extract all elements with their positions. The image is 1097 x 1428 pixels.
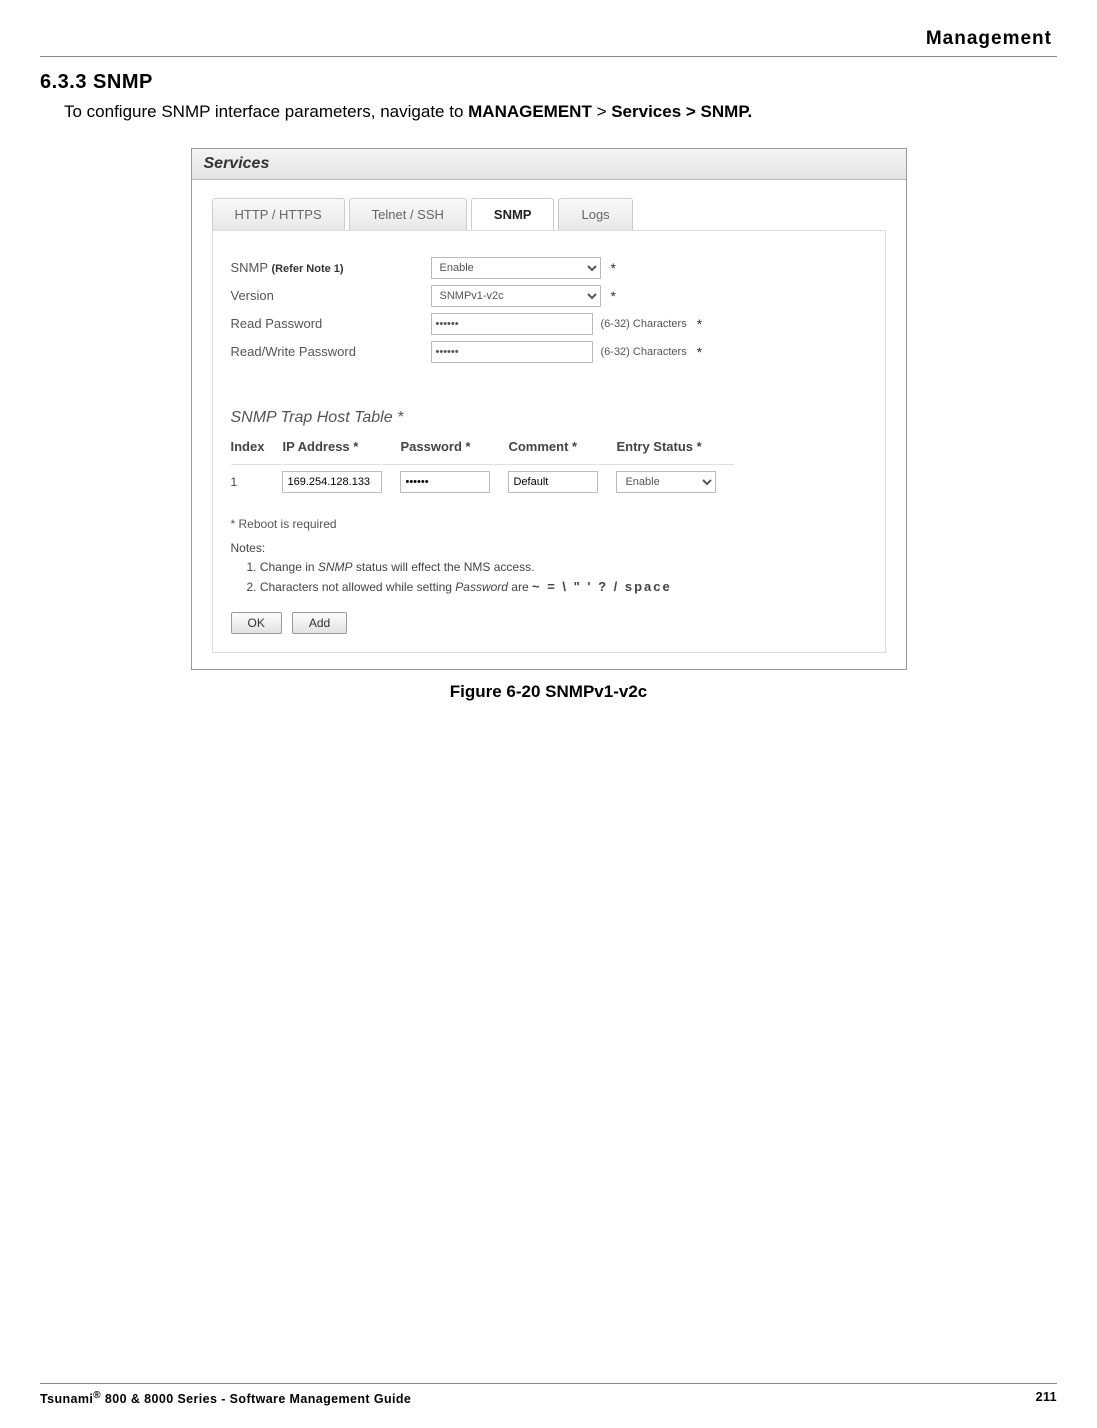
- trap-host-table: Index IP Address * Password * Comment * …: [231, 433, 735, 499]
- note-1-pre: 1. Change in: [247, 560, 318, 574]
- snmp-label: SNMP: [231, 260, 268, 275]
- col-ip: IP Address *: [282, 433, 400, 465]
- col-index: Index: [231, 433, 283, 465]
- registered-icon: ®: [93, 1390, 101, 1401]
- add-button[interactable]: Add: [292, 612, 347, 634]
- intro-bold-path: Services > SNMP.: [611, 102, 752, 121]
- cell-password-input[interactable]: [400, 471, 490, 493]
- tab-bar: HTTP / HTTPS Telnet / SSH SNMP Logs: [192, 180, 906, 230]
- tab-telnet-ssh[interactable]: Telnet / SSH: [349, 198, 467, 230]
- star-icon: *: [697, 344, 702, 360]
- note-1-post: status will effect the NMS access.: [353, 560, 535, 574]
- cell-ip-input[interactable]: [282, 471, 382, 493]
- note-1-em: SNMP: [318, 560, 353, 574]
- snmp-select[interactable]: Enable: [431, 257, 601, 279]
- star-icon: *: [611, 260, 616, 276]
- col-comment: Comment *: [508, 433, 616, 465]
- rw-password-hint: (6-32) Characters: [601, 346, 687, 358]
- page-footer: Tsunami® 800 & 8000 Series - Software Ma…: [40, 1383, 1057, 1406]
- note-2-em: Password: [455, 580, 508, 594]
- version-select[interactable]: SNMPv1-v2c: [431, 285, 601, 307]
- note-2-symbols: ~ = \ " ' ? / space: [532, 579, 672, 594]
- figure-caption: Figure 6-20 SNMPv1-v2c: [40, 682, 1057, 702]
- note-2-post: are: [508, 580, 532, 594]
- tab-logs[interactable]: Logs: [558, 198, 632, 230]
- footer-product-post: 800 & 8000 Series - Software Management …: [101, 1392, 411, 1406]
- notes-label: Notes:: [231, 539, 867, 558]
- col-entry-status: Entry Status *: [616, 433, 734, 465]
- star-icon: *: [697, 316, 702, 332]
- intro-mid: >: [592, 102, 611, 121]
- section-intro: To configure SNMP interface parameters, …: [64, 100, 1057, 124]
- snmp-note-ref: (Refer Note 1): [271, 263, 343, 275]
- services-panel: Services HTTP / HTTPS Telnet / SSH SNMP …: [191, 148, 907, 670]
- footer-product-pre: Tsunami: [40, 1392, 93, 1406]
- reboot-note: * Reboot is required: [231, 517, 867, 531]
- panel-title: Services: [192, 149, 906, 180]
- page-number: 211: [1036, 1390, 1057, 1406]
- cell-comment-input[interactable]: [508, 471, 598, 493]
- rw-password-label: Read/Write Password: [231, 344, 431, 359]
- tab-content: SNMP (Refer Note 1) Enable * Version SNM…: [212, 230, 886, 653]
- read-password-hint: (6-32) Characters: [601, 318, 687, 330]
- note-2-pre: 2. Characters not allowed while setting: [247, 580, 456, 594]
- rw-password-input[interactable]: [431, 341, 593, 363]
- intro-pre: To configure SNMP interface parameters, …: [64, 102, 468, 121]
- intro-bold-management: MANAGEMENT: [468, 102, 592, 121]
- running-header: Management: [40, 0, 1057, 57]
- cell-status-select[interactable]: Enable: [616, 471, 716, 493]
- section-heading: 6.3.3 SNMP: [40, 71, 1057, 94]
- trap-table-title: SNMP Trap Host Table *: [231, 409, 867, 427]
- tab-snmp[interactable]: SNMP: [471, 198, 555, 230]
- read-password-input[interactable]: [431, 313, 593, 335]
- cell-index: 1: [231, 464, 283, 499]
- ok-button[interactable]: OK: [231, 612, 282, 634]
- tab-http-https[interactable]: HTTP / HTTPS: [212, 198, 345, 230]
- read-password-label: Read Password: [231, 316, 431, 331]
- col-password: Password *: [400, 433, 508, 465]
- version-label: Version: [231, 288, 431, 303]
- star-icon: *: [611, 288, 616, 304]
- notes-block: Notes: 1. Change in SNMP status will eff…: [231, 539, 867, 598]
- table-row: 1 Enable: [231, 464, 735, 499]
